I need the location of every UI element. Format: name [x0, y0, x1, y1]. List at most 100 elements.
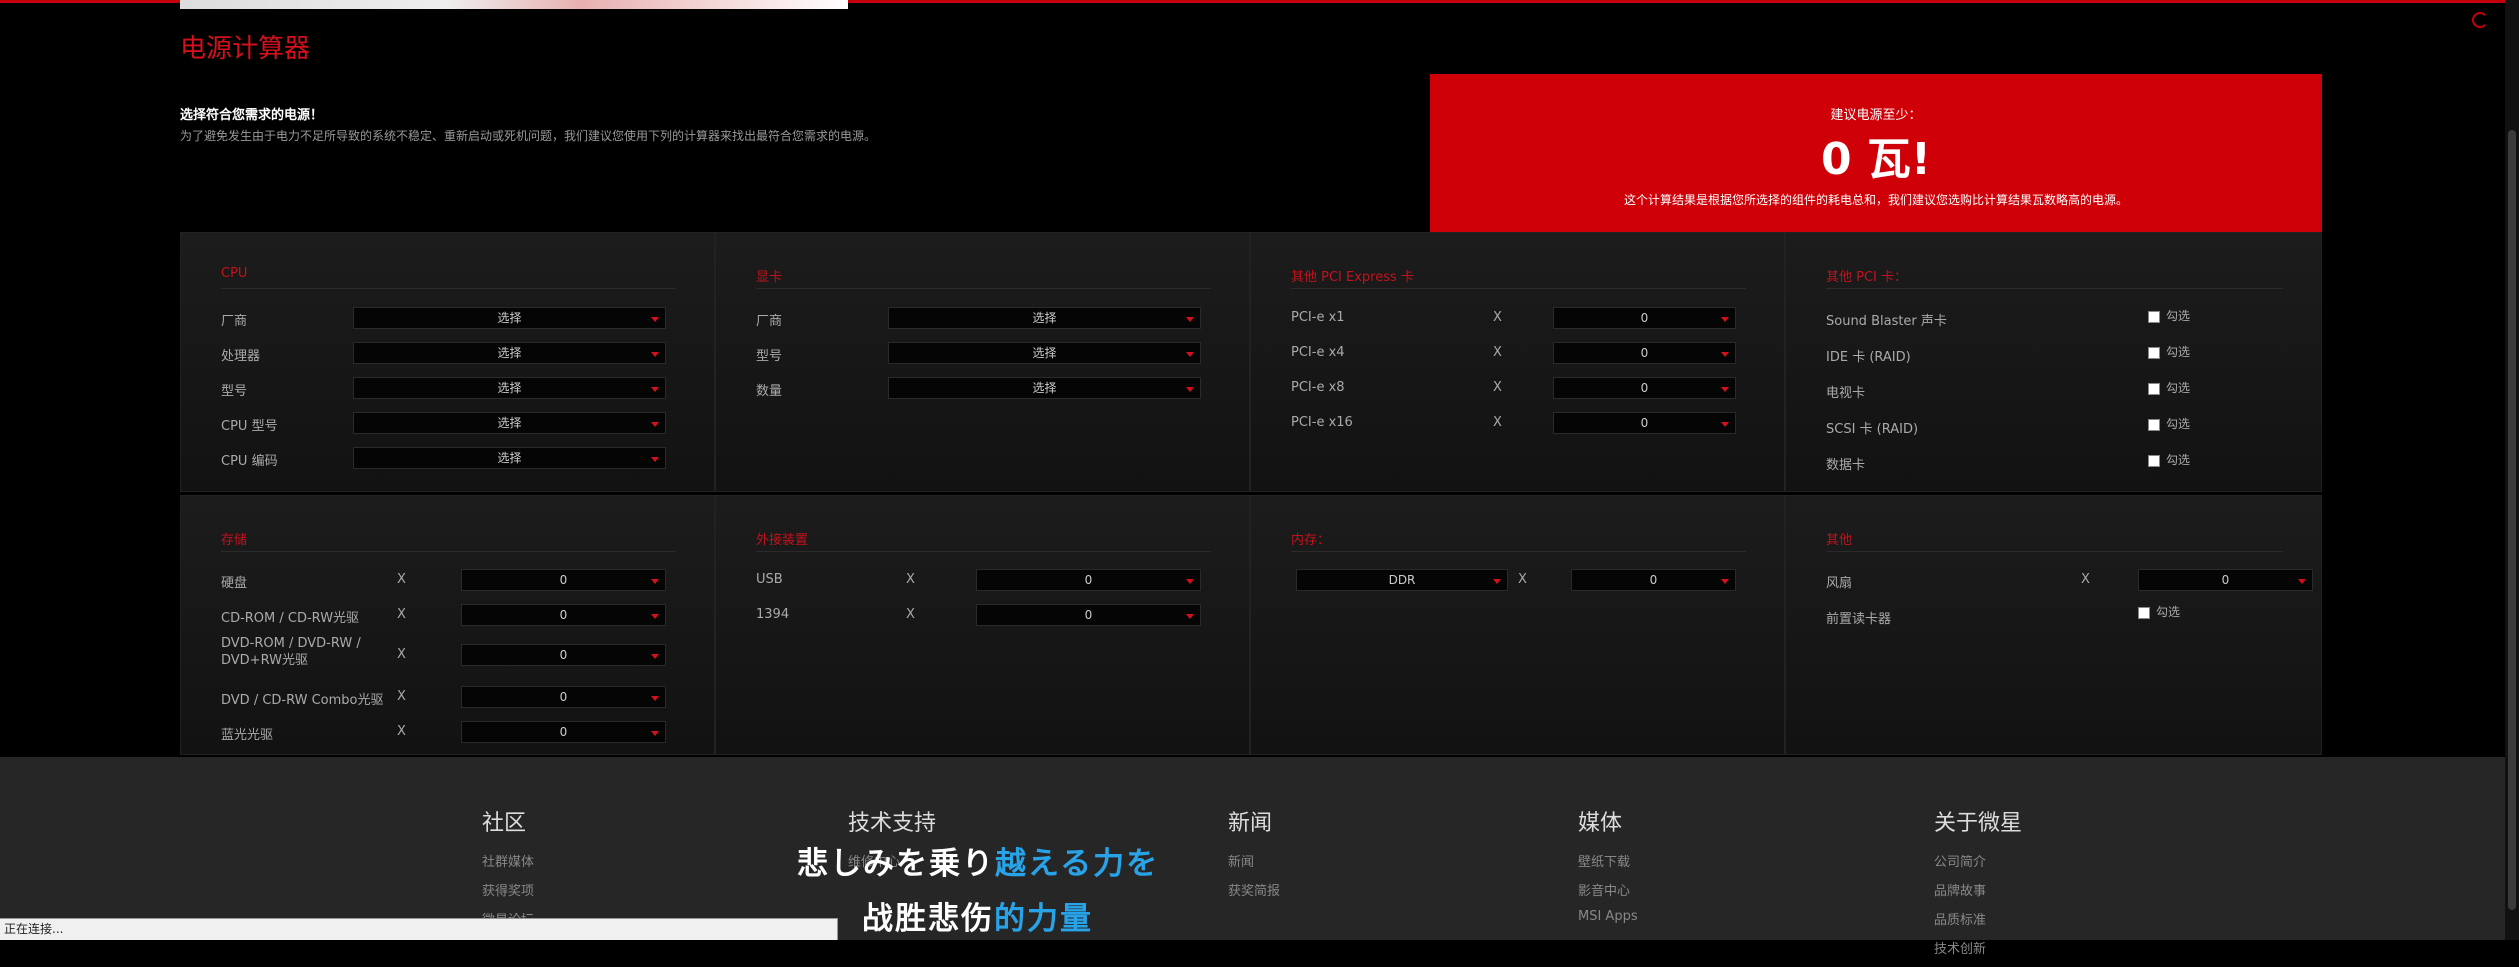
- pcie-x16-select[interactable]: 0: [1553, 412, 1736, 434]
- loading-spinner-icon: [2472, 12, 2488, 28]
- fan-select[interactable]: 0: [2138, 569, 2313, 591]
- checkbox-box[interactable]: [2148, 346, 2160, 359]
- data-card-checkbox[interactable]: 勾选: [2148, 451, 2190, 468]
- other-panel-title: 其他: [1826, 533, 1853, 548]
- footer-link[interactable]: 影音中心: [1578, 880, 1638, 899]
- storage-panel-title: 存储: [221, 533, 248, 548]
- footer-link[interactable]: 新闻: [1228, 851, 1280, 870]
- checkbox-box[interactable]: [2148, 382, 2160, 395]
- select-value: 0: [559, 608, 568, 622]
- cpu-type-select[interactable]: 选择: [353, 412, 666, 434]
- row-label: 处理器: [221, 349, 261, 364]
- dvdrom-select[interactable]: 0: [461, 644, 666, 666]
- intro-heading: 选择符合您需求的电源！: [180, 108, 324, 123]
- footer-link[interactable]: 品质标准: [1934, 909, 2022, 928]
- usb-select[interactable]: 0: [976, 569, 1201, 591]
- pcie-x8-select[interactable]: 0: [1553, 377, 1736, 399]
- storage-row-dvdrom: DVD-ROM / DVD-RW / DVD+RW光驱 X 0: [221, 636, 676, 668]
- other-panel: 其他 风扇 X 0 前置读卡器 勾选: [1785, 495, 2322, 755]
- memory-type-select[interactable]: DDR: [1296, 569, 1508, 591]
- pci-row-scsi: SCSI 卡 (RAID) 勾选: [1826, 415, 2283, 437]
- select-value: 选择: [1032, 311, 1057, 325]
- cpu-processor-select[interactable]: 选择: [353, 342, 666, 364]
- chevron-down-icon: [651, 457, 659, 462]
- footer-link[interactable]: 品牌故事: [1934, 880, 2022, 899]
- gpu-model-select[interactable]: 选择: [888, 342, 1201, 364]
- gpu-vendor-select[interactable]: 选择: [888, 307, 1201, 329]
- select-value: 选择: [1032, 346, 1057, 360]
- row-label: 型号: [756, 349, 783, 364]
- footer-heading: 社区: [482, 811, 527, 836]
- select-value: 选择: [497, 311, 522, 325]
- row-label: 蓝光光驱: [221, 728, 274, 743]
- select-value: DDR: [1388, 573, 1416, 587]
- scrollbar-thumb[interactable]: [2508, 130, 2516, 910]
- gpu-quantity-select[interactable]: 选择: [888, 377, 1201, 399]
- ieee1394-select[interactable]: 0: [976, 604, 1201, 626]
- select-value: 0: [1649, 573, 1658, 587]
- pcie-x4-select[interactable]: 0: [1553, 342, 1736, 364]
- memory-row: DDR X 0: [1291, 569, 1746, 591]
- row-label: 硬盘: [221, 576, 248, 591]
- chevron-down-icon: [1493, 579, 1501, 584]
- external-panel: 外接装置 USB X 0 1394 X 0: [715, 495, 1250, 755]
- storage-row-bluray: 蓝光光驱 X 0: [221, 721, 676, 743]
- pcie-panel: 其他 PCI Express 卡 PCI-e x1 X 0 PCI-e x4 X…: [1250, 232, 1785, 492]
- page-scrollbar[interactable]: [2505, 0, 2519, 940]
- footer-link[interactable]: 社群媒体: [482, 851, 534, 870]
- footer-link[interactable]: 获得奖项: [482, 880, 534, 899]
- select-value: 选择: [497, 381, 522, 395]
- chevron-down-icon: [651, 352, 659, 357]
- cpu-code-select[interactable]: 选择: [353, 447, 666, 469]
- select-value: 选择: [1032, 381, 1057, 395]
- select-value: 0: [559, 725, 568, 739]
- cpu-vendor-select[interactable]: 选择: [353, 307, 666, 329]
- combo-drive-select[interactable]: 0: [461, 686, 666, 708]
- recommendation-note: 这个计算结果是根据您所选择的组件的耗电总和，我们建议您选购比计算结果瓦数略高的电…: [1623, 193, 2128, 207]
- card-reader-checkbox[interactable]: 勾选: [2138, 603, 2180, 620]
- sound-card-checkbox[interactable]: 勾选: [2148, 307, 2190, 324]
- footer-col-news: 新闻 新闻 获奖简报: [1228, 805, 1280, 909]
- row-label: CPU 编码: [221, 454, 278, 469]
- footer-link[interactable]: 壁纸下载: [1578, 851, 1638, 870]
- cpu-row-processor: 处理器 选择: [221, 342, 676, 364]
- tv-card-checkbox[interactable]: 勾选: [2148, 379, 2190, 396]
- row-label: PCI-e x8: [1291, 380, 1345, 395]
- checkbox-box[interactable]: [2148, 454, 2160, 467]
- memory-quantity-select[interactable]: 0: [1571, 569, 1736, 591]
- cdrom-select[interactable]: 0: [461, 604, 666, 626]
- chevron-down-icon: [651, 614, 659, 619]
- hdd-select[interactable]: 0: [461, 569, 666, 591]
- checkbox-box[interactable]: [2148, 310, 2160, 323]
- scsi-card-checkbox[interactable]: 勾选: [2148, 415, 2190, 432]
- checkbox-box[interactable]: [2138, 606, 2150, 619]
- divider: [221, 288, 676, 289]
- footer-link[interactable]: 公司简介: [1934, 851, 2022, 870]
- select-value: 0: [1084, 573, 1093, 587]
- recommendation-value: 0 瓦!: [1821, 134, 1931, 185]
- chevron-down-icon: [651, 696, 659, 701]
- chevron-down-icon: [1721, 317, 1729, 322]
- memory-panel-title: 内存：: [1291, 533, 1331, 548]
- footer-link[interactable]: 技术创新: [1934, 938, 2022, 957]
- subtitle-overlay-line1: 悲しみを乗り越える力を: [797, 838, 1159, 883]
- divider: [1826, 551, 2283, 552]
- cpu-model-select[interactable]: 选择: [353, 377, 666, 399]
- ide-card-checkbox[interactable]: 勾选: [2148, 343, 2190, 360]
- footer-link[interactable]: 获奖简报: [1228, 880, 1280, 899]
- bluray-select[interactable]: 0: [461, 721, 666, 743]
- divider: [1291, 551, 1746, 552]
- gpu-row-quantity: 数量 选择: [756, 377, 1211, 399]
- pci-row-tv: 电视卡 勾选: [1826, 379, 2283, 401]
- checkbox-box[interactable]: [2148, 418, 2160, 431]
- pcie-x1-select[interactable]: 0: [1553, 307, 1736, 329]
- gpu-row-vendor: 厂商 选择: [756, 307, 1211, 329]
- multiply-sign: X: [906, 572, 915, 587]
- chevron-down-icon: [1721, 387, 1729, 392]
- pcie-row-x4: PCI-e x4 X 0: [1291, 342, 1746, 364]
- footer-link[interactable]: MSI Apps: [1578, 909, 1638, 924]
- checkbox-label: 勾选: [2156, 605, 2181, 619]
- divider: [1826, 288, 2283, 289]
- select-value: 选择: [497, 346, 522, 360]
- subtitle-overlay-line2: 战胜悲伤的力量: [862, 893, 1093, 938]
